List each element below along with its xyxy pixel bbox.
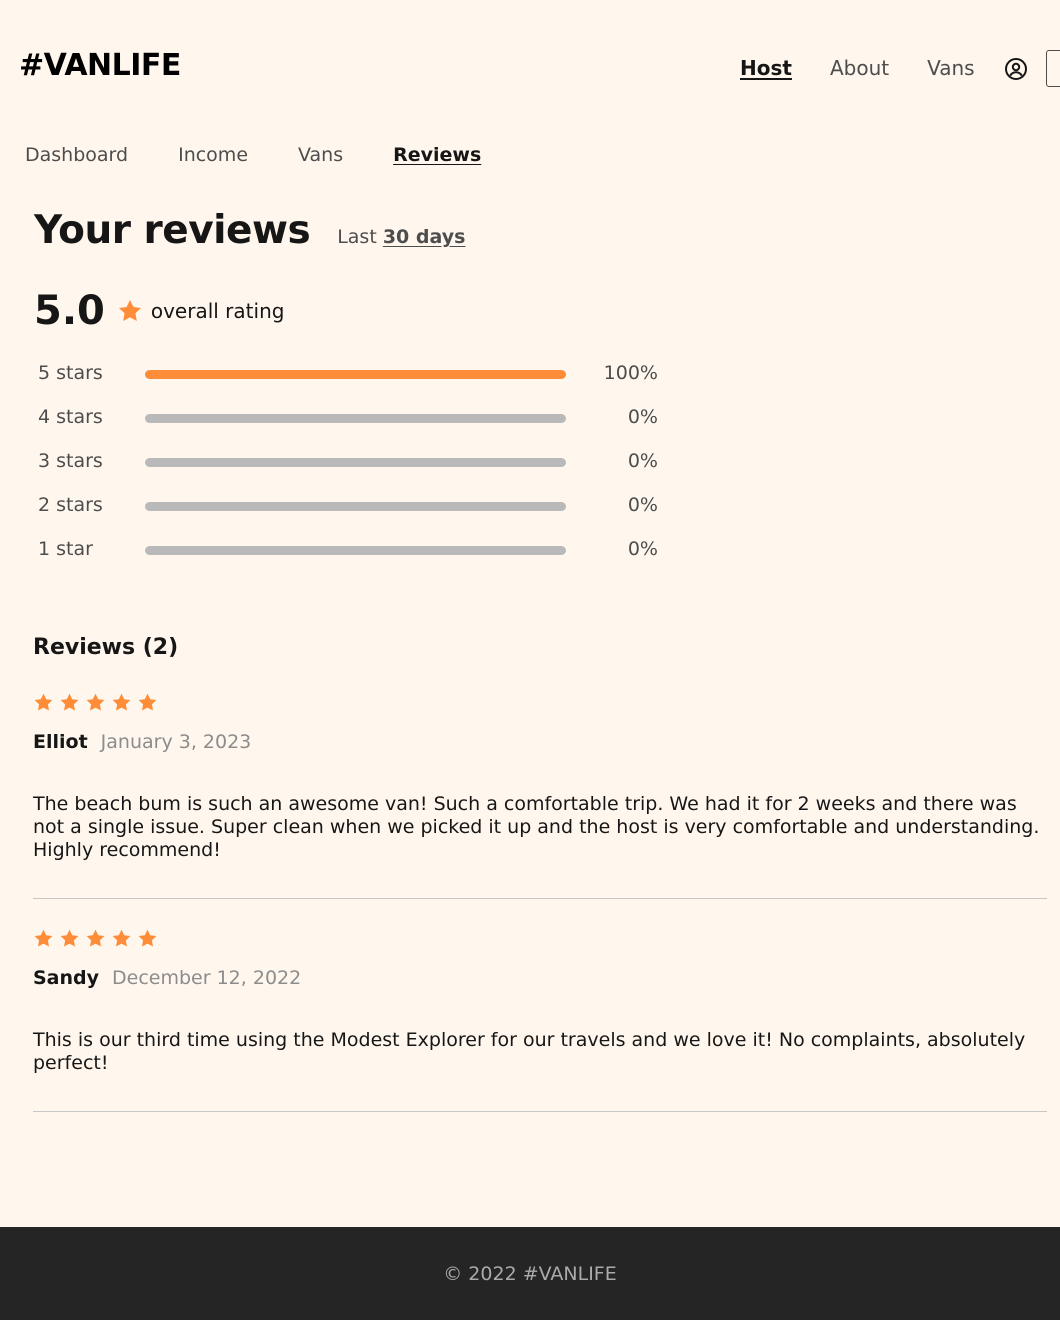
breakdown-bar: [145, 502, 566, 511]
review-stars: [33, 928, 1047, 949]
user-circle-icon[interactable]: [1004, 57, 1028, 81]
host-nav-dashboard[interactable]: Dashboard: [25, 143, 128, 167]
review-date: January 3, 2023: [100, 731, 252, 753]
review-item: Sandy December 12, 2022 This is our thir…: [33, 928, 1047, 1112]
site-header: #VANLIFE Host About Vans X: [0, 0, 1060, 136]
review-date: December 12, 2022: [112, 967, 302, 989]
footer-copyright: © 2022 #VANLIFE: [443, 1262, 617, 1285]
reviewer-name: Elliot: [33, 731, 88, 753]
review-meta: Sandy December 12, 2022: [33, 967, 1047, 989]
breakdown-bar-fill: [145, 370, 566, 379]
breakdown-label: 1 star: [38, 538, 93, 560]
star-icon: [138, 929, 157, 947]
star-icon: [112, 929, 131, 947]
site-footer: © 2022 #VANLIFE: [0, 1227, 1060, 1320]
reviews-list-heading: Reviews (2): [33, 635, 179, 660]
breakdown-row: 5 stars 100%: [38, 360, 678, 404]
star-icon: [86, 929, 105, 947]
star-icon: [138, 693, 157, 711]
breakdown-label: 2 stars: [38, 494, 103, 516]
nav-link-vans[interactable]: Vans: [927, 55, 974, 81]
reviewer-name: Sandy: [33, 967, 100, 989]
host-nav: Dashboard Income Vans Reviews: [25, 143, 531, 167]
breakdown-bar: [145, 546, 566, 555]
nav-link-host[interactable]: Host: [740, 55, 792, 81]
breakdown-row: 4 stars 0%: [38, 404, 678, 448]
star-icon: [112, 693, 131, 711]
breakdown-percent: 0%: [627, 450, 658, 472]
breakdown-percent: 0%: [627, 538, 658, 560]
breakdown-row: 3 stars 0%: [38, 448, 678, 492]
site-logo[interactable]: #VANLIFE: [19, 48, 181, 83]
main-nav: Host About Vans: [740, 55, 1013, 81]
rating-breakdown: 5 stars 100% 4 stars 0% 3 stars 0% 2 sta…: [38, 360, 678, 580]
reviews-title-row: Your reviews Last 30 days: [34, 208, 465, 253]
breakdown-percent: 100%: [603, 362, 658, 384]
review-item: Elliot January 3, 2023 The beach bum is …: [33, 692, 1047, 899]
star-icon: [60, 693, 79, 711]
breakdown-bar: [145, 370, 566, 379]
review-stars: [33, 692, 1047, 713]
overall-score: 5.0: [34, 288, 105, 334]
logout-button[interactable]: X: [1046, 50, 1060, 87]
breakdown-percent: 0%: [627, 494, 658, 516]
breakdown-bar: [145, 414, 566, 423]
overall-rating: 5.0 overall rating: [34, 288, 284, 334]
breakdown-label: 5 stars: [38, 362, 103, 384]
period-link[interactable]: 30 days: [383, 226, 466, 248]
host-nav-reviews[interactable]: Reviews: [393, 143, 481, 167]
host-nav-vans[interactable]: Vans: [298, 143, 343, 167]
star-icon: [34, 693, 53, 711]
star-icon: [86, 693, 105, 711]
nav-link-about[interactable]: About: [830, 55, 889, 81]
review-text: The beach bum is such an awesome van! Su…: [33, 793, 1040, 861]
breakdown-percent: 0%: [627, 406, 658, 428]
star-icon: [117, 298, 143, 324]
breakdown-label: 3 stars: [38, 450, 103, 472]
breakdown-label: 4 stars: [38, 406, 103, 428]
star-icon: [60, 929, 79, 947]
overall-label: overall rating: [150, 299, 285, 323]
star-icon: [34, 929, 53, 947]
review-meta: Elliot January 3, 2023: [33, 731, 1047, 753]
review-text: This is our third time using the Modest …: [33, 1029, 1026, 1074]
breakdown-bar: [145, 458, 566, 467]
period-filter: Last 30 days: [337, 226, 465, 248]
breakdown-row: 2 stars 0%: [38, 492, 678, 536]
period-prefix: Last: [337, 226, 377, 248]
page-title: Your reviews: [34, 208, 311, 253]
breakdown-row: 1 star 0%: [38, 536, 678, 580]
host-nav-income[interactable]: Income: [178, 143, 248, 167]
